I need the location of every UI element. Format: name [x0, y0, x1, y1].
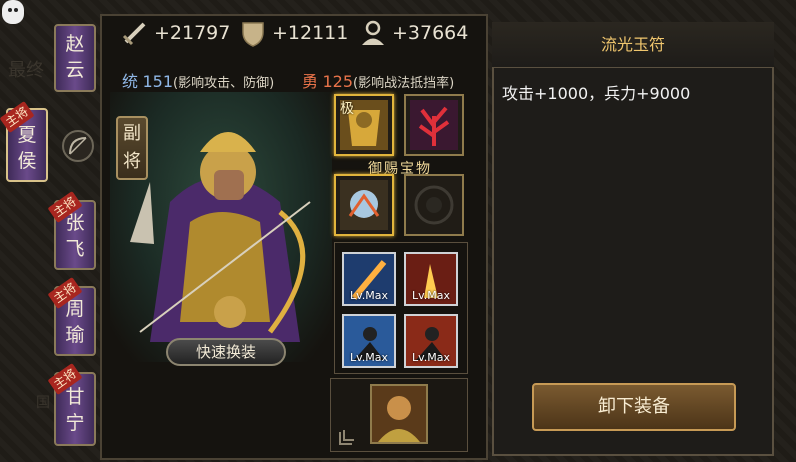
bow-icon[interactable]: [62, 130, 94, 162]
role-bottom: 将: [123, 151, 141, 172]
empty-slot-icon: [414, 185, 454, 225]
vice-general-badge: 副 将: [116, 116, 148, 180]
hero-name-bottom: 宁: [65, 412, 85, 434]
valor-attribute: 勇 125(影响战法抵挡率): [302, 68, 454, 92]
valor-desc: (影响战法抵挡率): [353, 76, 455, 91]
red-coral-icon: [410, 100, 458, 150]
collapse-arrow-icon[interactable]: [338, 428, 356, 446]
skill-slot-3[interactable]: Lv.Max: [342, 314, 396, 368]
hero-name-bottom: 瑜: [65, 324, 85, 346]
skill-level: Lv.Max: [411, 351, 451, 364]
skill-slot-4[interactable]: Lv.Max: [404, 314, 458, 368]
item-title: 流光玉符: [492, 22, 774, 68]
skill-level: Lv.Max: [411, 289, 451, 302]
quick-equip-button[interactable]: 快速换装: [166, 338, 286, 366]
hero-tab-zhaoyun[interactable]: 赵 云: [54, 24, 96, 92]
hero-sidebar: 赵 云 夏 侯 主将 张 飞 主将 周 瑜 主将 甘 宁 主将: [0, 0, 100, 462]
skill-level: Lv.Max: [349, 289, 389, 302]
role-top: 副: [123, 123, 141, 144]
shield-icon: [238, 18, 268, 48]
companion-portrait-icon: [372, 386, 426, 442]
item-effect: 攻击+1000，兵力+9000: [502, 84, 691, 103]
hero-name-top: 赵: [65, 33, 85, 55]
treasure-slot-empty[interactable]: [404, 174, 464, 236]
equip-slot-1[interactable]: 极: [334, 94, 394, 156]
command-value: 151: [142, 72, 174, 91]
companion-slot[interactable]: [370, 384, 428, 444]
skill-slot-2[interactable]: Lv.Max: [404, 252, 458, 306]
unequip-button[interactable]: 卸下装备: [532, 383, 736, 431]
command-label: 统: [122, 72, 139, 91]
skill-slot-1[interactable]: Lv.Max: [342, 252, 396, 306]
treasure-slot-1[interactable]: [334, 174, 394, 236]
attack-stat: +21797: [154, 22, 231, 44]
soldier-icon: [358, 18, 388, 48]
valor-value: 125: [322, 72, 354, 91]
troops-stat: +37664: [392, 22, 469, 44]
command-attribute: 统 151(影响攻击、防御): [122, 68, 274, 92]
hero-name-bottom: 云: [65, 59, 85, 81]
skill-level: Lv.Max: [349, 351, 389, 364]
ultimate-badge: 极: [340, 101, 354, 117]
hero-name-bottom: 飞: [65, 238, 85, 260]
sword-icon: [120, 18, 150, 48]
hero-name-bottom: 侯: [17, 150, 37, 172]
valor-label: 勇: [302, 72, 319, 91]
defense-stat: +12111: [272, 22, 349, 44]
jade-talisman-icon: [340, 180, 388, 230]
equip-slot-2[interactable]: [404, 94, 464, 156]
command-desc: (影响攻击、防御): [173, 76, 275, 91]
